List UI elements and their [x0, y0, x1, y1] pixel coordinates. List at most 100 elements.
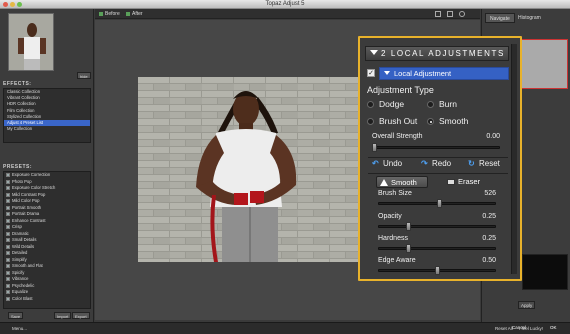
save-button[interactable]: Save: [8, 312, 24, 319]
preset-thumbnail-icon: [6, 231, 10, 236]
hide-button[interactable]: hide: [77, 72, 91, 79]
smooth-label: Smooth: [439, 116, 469, 126]
burn-radio[interactable]: [427, 101, 434, 108]
reset-button[interactable]: ↻ Reset: [468, 158, 500, 170]
left-panel: hide EFFECTS: Classic Collection Vibrant …: [0, 9, 94, 334]
brush-out-label: Brush Out: [379, 116, 418, 126]
preset-thumbnail-icon: [6, 225, 10, 230]
local-adjustments-header[interactable]: 2 LOCAL ADJUSTMENTS: [365, 46, 509, 61]
cancel-button[interactable]: Cancel: [510, 324, 528, 332]
presets-header: PRESETS:: [3, 164, 33, 170]
tab-histogram[interactable]: Histogram: [514, 13, 545, 23]
preset-label: Color Blast: [12, 295, 33, 301]
navigator-preview[interactable]: [518, 39, 568, 89]
before-icon: [99, 12, 103, 16]
export-button[interactable]: Export: [72, 312, 90, 319]
redo-button[interactable]: ↷ Redo: [421, 158, 451, 170]
preset-thumbnail-icon: [6, 192, 10, 197]
before-label: Before: [105, 10, 120, 17]
effects-list: Classic Collection Vibrant Collection HDR …: [3, 88, 91, 143]
local-adjustment-checkbox[interactable]: ✓: [367, 69, 375, 77]
overall-strength-label: Overall Strength: [372, 133, 423, 140]
reset-icon: ↻: [468, 159, 475, 168]
param-value: 526: [484, 190, 496, 197]
eraser-tool-label: Eraser: [458, 177, 481, 186]
panel-scrollbar[interactable]: [511, 44, 517, 274]
preset-thumbnail-icon: [6, 218, 10, 223]
preset-thumbnail-icon: [6, 186, 10, 191]
preset-thumbnail-icon: [6, 173, 10, 178]
preset-thumbnail-icon: [6, 296, 10, 301]
param-slider-thumb[interactable]: [436, 199, 442, 208]
histogram-area: [522, 254, 568, 290]
reset-label: Reset: [479, 159, 500, 168]
ok-button[interactable]: OK: [548, 324, 559, 332]
param-value: 0.25: [482, 235, 496, 242]
eraser-tool-button[interactable]: Eraser: [444, 176, 488, 188]
menu-button[interactable]: Menu...: [10, 325, 29, 333]
smooth-tool-button[interactable]: Smooth: [376, 176, 428, 188]
expand-triangle-icon[interactable]: [384, 71, 390, 75]
param-slider-track[interactable]: [378, 225, 496, 228]
param-slider-thumb[interactable]: [406, 222, 412, 231]
preset-thumbnail-icon: [6, 244, 10, 249]
view-toolbar: Before After: [95, 9, 480, 19]
preset-thumbnail-icon: [6, 199, 10, 204]
param-value: 0.25: [482, 213, 496, 220]
param-slider-thumb[interactable]: [406, 244, 412, 253]
preset-thumbnail-icon: [6, 257, 10, 262]
preview-thumbnail[interactable]: [8, 13, 54, 71]
effects-header: EFFECTS:: [3, 81, 32, 87]
preset-thumbnail-icon: [6, 251, 10, 256]
photo[interactable]: [138, 77, 367, 262]
param-label: Edge Aware: [378, 257, 416, 264]
param-label: Opacity: [378, 213, 402, 220]
window-title: Topaz Adjust 5: [265, 1, 305, 7]
local-adjustment-row: ✓ Local Adjustment: [365, 67, 509, 80]
after-tab[interactable]: After: [126, 11, 143, 18]
dodge-radio[interactable]: [367, 101, 374, 108]
local-adjustments-panel: 2 LOCAL ADJUSTMENTS ✓ Local Adjustment A…: [358, 36, 522, 281]
param-slider-track[interactable]: [378, 247, 496, 250]
tab-navigate[interactable]: Navigate: [485, 13, 515, 23]
divider: [368, 173, 508, 174]
app-window: Topaz Adjust 5 hide EFFECTS: Classic Col…: [0, 0, 570, 334]
import-button[interactable]: Import: [54, 312, 72, 319]
preset-thumbnail-icon: [6, 264, 10, 269]
smooth-radio[interactable]: [427, 118, 434, 125]
undo-icon: ↶: [372, 159, 379, 168]
local-adjustments-title: 2 LOCAL ADJUSTMENTS: [381, 49, 505, 58]
before-tab[interactable]: Before: [99, 11, 120, 18]
after-icon: [126, 12, 130, 16]
collapse-triangle-icon[interactable]: [370, 50, 378, 55]
dodge-label: Dodge: [379, 99, 405, 109]
split-view-icon[interactable]: [435, 11, 441, 17]
effect-item[interactable]: My Collection: [4, 126, 90, 132]
apply-button[interactable]: Apply: [518, 301, 536, 309]
brush-out-radio[interactable]: [367, 118, 374, 125]
preset-thumbnail-icon: [6, 212, 10, 217]
undo-button[interactable]: ↶ Undo: [372, 158, 402, 170]
bottom-bar: Menu... Reset All I feel Lucky!: [0, 322, 570, 334]
thumbnail-image: [9, 14, 53, 70]
smooth-brush-icon: [380, 179, 388, 186]
fit-view-icon[interactable]: [447, 11, 453, 17]
smooth-tool-label: Smooth: [391, 178, 417, 187]
title-bar: Topaz Adjust 5: [0, 0, 570, 9]
preset-item[interactable]: Color Blast: [4, 296, 90, 303]
param-slider-thumb[interactable]: [434, 266, 440, 275]
preset-thumbnail-icon: [6, 290, 10, 295]
adjustment-type-label: Adjustment Type: [367, 85, 434, 95]
overall-strength-thumb[interactable]: [372, 143, 377, 152]
preset-thumbnail-icon: [6, 277, 10, 282]
param-label: Hardness: [378, 235, 408, 242]
preset-thumbnail-icon: [6, 179, 10, 184]
zoom-icon[interactable]: [459, 11, 465, 17]
presets-list: Exposure Correction Photo Pop Exposure Col…: [3, 171, 91, 309]
overall-strength-track[interactable]: [372, 146, 500, 149]
after-label: After: [132, 10, 143, 17]
redo-icon: ↷: [421, 159, 428, 168]
eraser-icon: [447, 179, 455, 185]
redo-label: Redo: [432, 159, 452, 168]
local-adjustment-bar[interactable]: Local Adjustment: [379, 67, 509, 80]
